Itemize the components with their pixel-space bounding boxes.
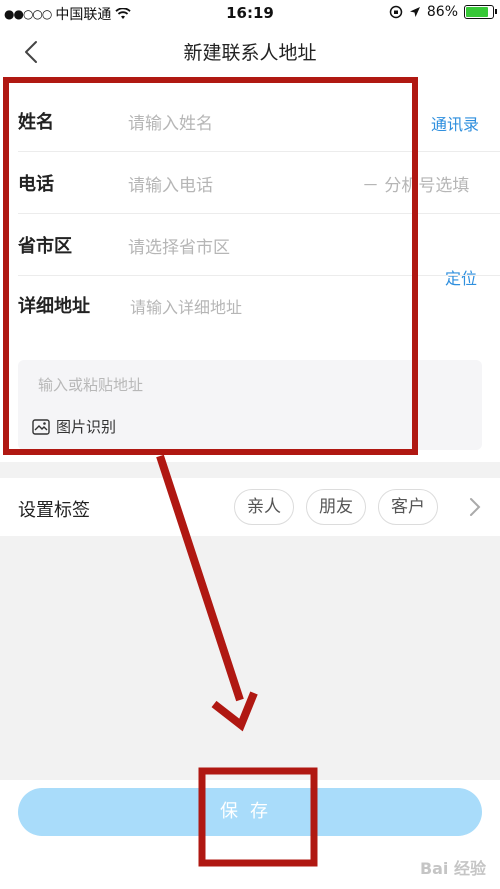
tag-family[interactable]: 亲人 [234,489,294,525]
status-right: 86% [389,4,497,20]
save-button[interactable]: 保存 [18,788,482,836]
image-icon [32,418,50,435]
address-input[interactable]: 请输入详细地址 [130,294,242,318]
extension-input[interactable]: － 分机号选填 [362,171,469,196]
name-label: 姓名 [18,112,54,133]
address-row[interactable]: 详细地址 请输入详细地址 [0,276,500,338]
nav-bar: 新建联系人地址 [0,26,500,78]
region-row[interactable]: 省市区 请选择省市区 定位 [0,214,500,288]
battery-percent: 86% [426,4,458,20]
chevron-right-icon[interactable] [468,497,482,517]
tags-label: 设置标签 [18,500,90,521]
address-form: 姓名 请输入姓名 通讯录 电话 请输入电话 － 分机号选填 省市区 请选择省市区… [0,78,500,462]
region-select[interactable]: 请选择省市区 [128,233,230,258]
contacts-link[interactable]: 通讯录 [431,111,479,135]
phone-input[interactable]: 请输入电话 [128,171,213,196]
name-input[interactable]: 请输入姓名 [128,109,213,134]
image-recognize-label: 图片识别 [56,418,117,436]
battery-level [466,7,489,17]
paste-address-box[interactable]: 输入或粘贴地址 图片识别 [18,360,482,450]
region-label: 省市区 [18,236,72,257]
name-row[interactable]: 姓名 请输入姓名 通讯录 [0,90,500,152]
orientation-lock-icon [389,5,403,19]
location-arrow-icon [409,7,420,17]
phone-label: 电话 [18,174,54,195]
tag-row: 设置标签 亲人 朋友 客户 [0,478,500,536]
battery-icon [464,5,497,19]
tag-client[interactable]: 客户 [378,489,438,525]
page-title: 新建联系人地址 [183,42,317,64]
image-recognize-button[interactable]: 图片识别 [32,416,116,437]
phone-row[interactable]: 电话 请输入电话 － 分机号选填 [0,152,500,214]
address-label: 详细地址 [18,296,90,317]
paste-address-input[interactable]: 输入或粘贴地址 [38,374,143,395]
tag-friend[interactable]: 朋友 [306,489,366,525]
watermark: Bai 经验 [419,859,486,878]
annotation-arrow-head [211,691,258,732]
status-bar: ●●○○○ 中国联通 16:19 86% [0,0,500,26]
